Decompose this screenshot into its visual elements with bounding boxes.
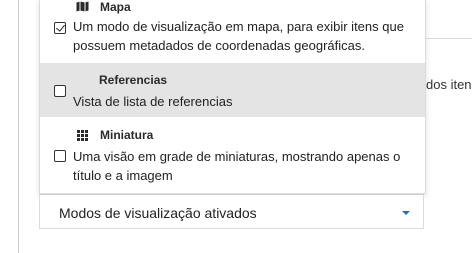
page-divider-left [18,0,19,253]
map-icon [76,1,89,12]
option-miniatura-checkbox[interactable] [54,150,66,162]
option-referencias-title: Referencias [99,73,168,87]
option-mapa[interactable]: Mapa Um modo de visualização em mapa, pa… [40,0,425,63]
view-modes-select-label: Modos de visualização ativados [59,205,257,221]
option-mapa-description: Um modo de visualização em mapa, para ex… [73,19,404,53]
option-mapa-title: Mapa [100,0,131,14]
page-divider-right [424,38,472,39]
option-mapa-checkbox[interactable] [54,22,66,34]
background-partial-text: dos itens [426,77,472,92]
option-referencias-description: Vista de lista de referencias [73,94,233,109]
option-referencias-checkbox[interactable] [54,85,66,97]
option-referencias[interactable]: Referencias Vista de lista de referencia… [40,63,425,117]
option-miniatura-description: Uma visão em grade de miniaturas, mostra… [73,149,401,183]
caret-down-icon[interactable] [402,211,410,215]
option-miniatura[interactable]: Miniatura Uma visão em grade de miniatur… [40,117,425,193]
option-miniatura-title: Miniatura [100,128,154,142]
view-modes-select[interactable]: Modos de visualização ativados [39,194,424,229]
grid-icon [77,130,88,141]
view-modes-dropdown: Mapa Um modo de visualização em mapa, pa… [39,0,426,194]
